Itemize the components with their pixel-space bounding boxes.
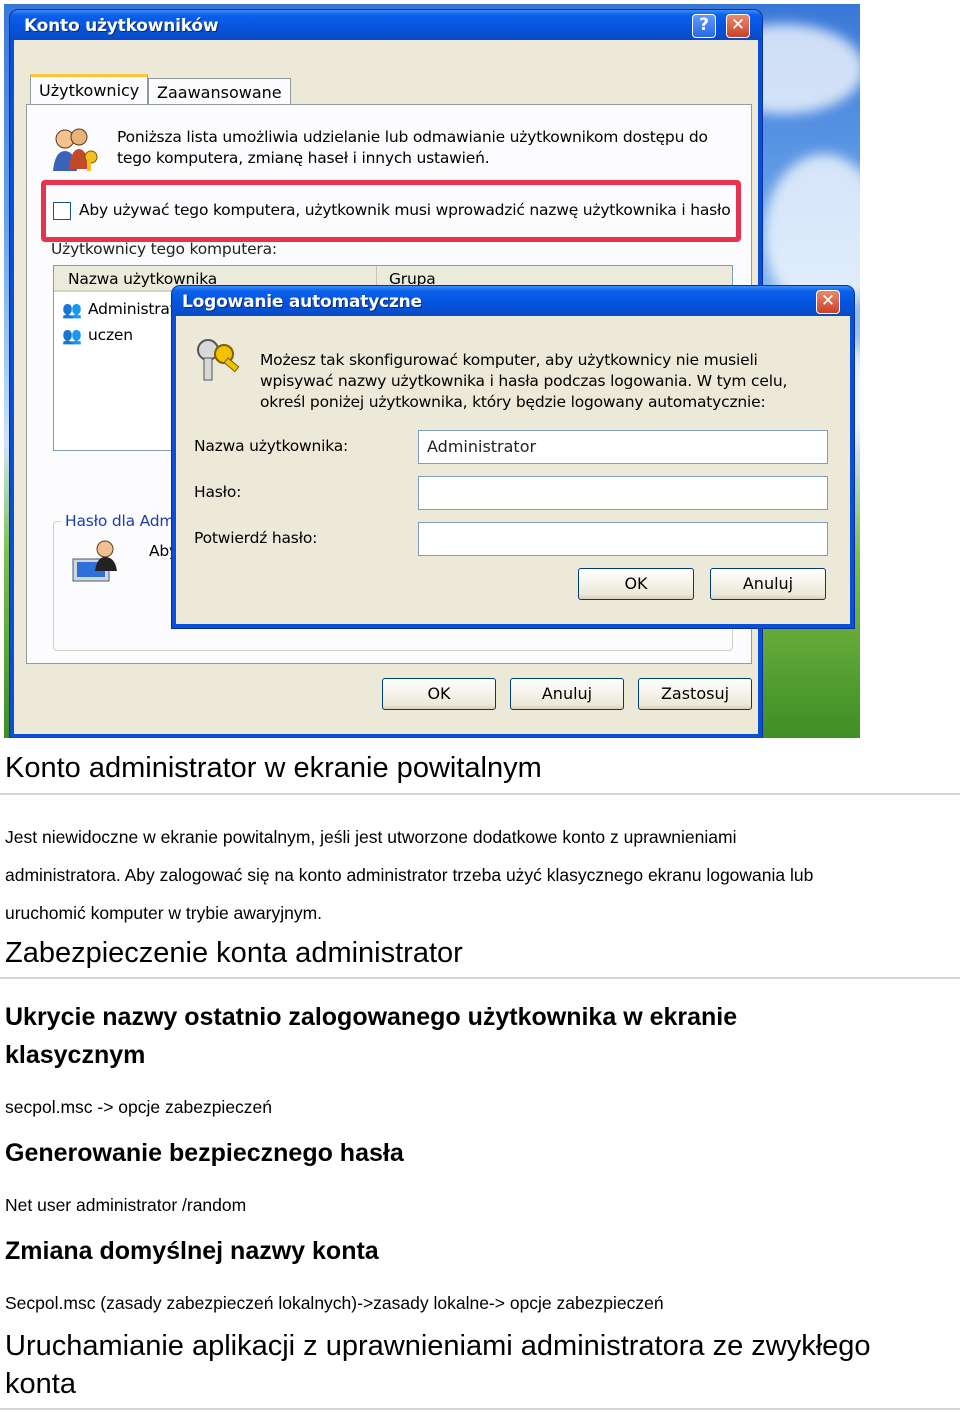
paragraph-secpol-local: Secpol.msc (zasady zabezpieczeń lokalnyc… xyxy=(5,1293,664,1313)
intro-text: Poniższa lista umożliwia udzielanie lub … xyxy=(117,128,708,167)
keys-icon xyxy=(197,339,240,381)
subheading-hide-username-cont: klasycznym xyxy=(5,1041,146,1069)
users-list-label: Użytkownicy tego komputera: xyxy=(51,240,277,258)
list-item[interactable]: 👥 uczen xyxy=(62,324,182,348)
paragraph-secpol: secpol.msc -> opcje zabezpieczeń xyxy=(5,1097,273,1117)
user-name: Administrat xyxy=(88,300,176,318)
tab-advanced[interactable]: Zaawansowane xyxy=(148,78,291,106)
help-button[interactable]: ? xyxy=(692,14,716,38)
dialog-ok-button[interactable]: OK xyxy=(578,568,694,600)
dialog-close-button[interactable]: ✕ xyxy=(816,290,840,314)
confirm-password-input[interactable] xyxy=(418,522,828,556)
paragraph-net-user: Net user administrator /random xyxy=(5,1195,247,1215)
divider xyxy=(0,977,960,979)
heading-admin-welcome: Konto administrator w ekranie powitalnym xyxy=(5,752,542,784)
user-icon: 👥 xyxy=(62,328,82,345)
highlight-frame xyxy=(41,180,741,242)
dialog-body: Możesz tak skonfigurować komputer, aby u… xyxy=(176,316,850,624)
tab-users[interactable]: Użytkownicy xyxy=(30,74,149,104)
computer-user-icon xyxy=(72,540,117,582)
divider xyxy=(0,1408,960,1410)
confirm-password-label: Potwierdź hasło: xyxy=(194,529,318,547)
cancel-button[interactable]: Anuluj xyxy=(510,678,624,710)
dialog-description: Możesz tak skonfigurować komputer, aby u… xyxy=(260,351,788,411)
username-input[interactable]: Administrator xyxy=(418,430,828,464)
username-label: Nazwa użytkownika: xyxy=(194,437,349,455)
paragraph-line: uruchomić komputer w trybie awaryjnym. xyxy=(5,903,323,923)
screenshot-image: Konto użytkowników ? ✕ Użytkownicy Zaawa… xyxy=(4,4,860,738)
paragraph-line: administratora. Aby zalogować się na kon… xyxy=(5,865,814,885)
paragraph-line: Jest niewidoczne w ekranie powitalnym, j… xyxy=(5,827,737,847)
password-input[interactable] xyxy=(418,476,828,510)
window-titlebar: Konto użytkowników ? ✕ xyxy=(10,10,762,40)
ok-button[interactable]: OK xyxy=(382,678,496,710)
password-group-label: Hasło dla Admi xyxy=(61,511,183,532)
apply-button[interactable]: Zastosuj xyxy=(638,678,752,710)
user-icon: 👥 xyxy=(62,302,82,319)
user-name: uczen xyxy=(88,326,133,344)
close-button[interactable]: ✕ xyxy=(726,14,750,38)
heading-admin-security: Zabezpieczenie konta administrator xyxy=(5,937,463,969)
subheading-hide-username: Ukrycie nazwy ostatnio zalogowanego użyt… xyxy=(5,1003,738,1031)
dialog-titlebar: Logowanie automatyczne ✕ xyxy=(172,286,854,316)
users-keys-icon xyxy=(53,128,98,171)
window-title: Konto użytkowników xyxy=(24,16,219,36)
dialog-cancel-button[interactable]: Anuluj xyxy=(710,568,826,600)
help-icon: ? xyxy=(699,15,709,35)
close-icon: ✕ xyxy=(730,15,746,35)
list-item[interactable]: 👥 Administrat xyxy=(62,298,182,322)
password-label: Hasło: xyxy=(194,483,242,501)
heading-run-as-admin: Uruchamianie aplikacji z uprawnieniami a… xyxy=(5,1330,871,1362)
subheading-rename-account: Zmiana domyślnej nazwy konta xyxy=(5,1237,379,1265)
dialog-title: Logowanie automatyczne xyxy=(182,292,422,312)
divider xyxy=(0,793,960,795)
close-icon: ✕ xyxy=(820,291,836,311)
subheading-generate-password: Generowanie bezpiecznego hasła xyxy=(5,1139,404,1167)
auto-logon-dialog: Logowanie automatyczne ✕ Możesz tak skon… xyxy=(172,286,854,628)
heading-run-as-admin-cont: konta xyxy=(5,1368,76,1400)
